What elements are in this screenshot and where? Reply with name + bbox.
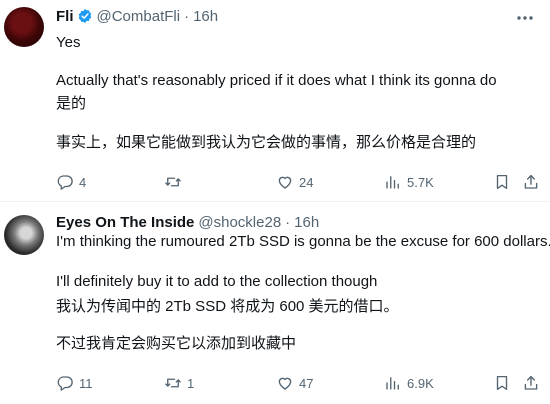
timestamp[interactable]: 16h [193,8,218,25]
tweet-text-line: 不过我肯定会购买它以添加到收藏中 [56,335,297,352]
tweet-text-line: 是的 [56,95,87,112]
views-button[interactable]: 6.9K [384,373,434,393]
views-count: 6.9K [407,375,434,391]
share-icon [524,174,538,189]
like-button[interactable]: 24 [276,172,313,192]
bookmark-button[interactable] [493,172,511,192]
retweet-button[interactable]: 1 [164,373,194,393]
bookmark-button[interactable] [493,373,511,393]
tweet-header: Fli @CombatFli · 16h [56,6,218,26]
tweet[interactable]: Fli @CombatFli · 16h Yes Actually that's… [0,0,550,201]
avatar[interactable] [4,7,44,47]
bookmark-icon [496,375,508,391]
retweet-count: 1 [187,375,195,391]
handle[interactable]: @shockle28 [198,214,281,231]
share-button[interactable] [522,172,540,192]
bookmark-icon [496,174,508,190]
tweet[interactable]: Eyes On The Inside @shockle28 · 16h I'm … [0,202,550,404]
tweet-text-line: Actually that's reasonably priced if it … [56,72,497,89]
separator: · [285,213,291,231]
tweet-text-line: 事实上，如果它能做到我认为它会做的事情，那么价格是合理的 [56,134,477,151]
share-button[interactable] [522,373,540,393]
action-bar: 11 1 47 6.9K [0,373,550,393]
handle[interactable]: @CombatFli [97,8,181,25]
retweet-icon [165,177,181,187]
avatar[interactable] [4,215,44,255]
share-icon [524,375,538,390]
views-count: 5.7K [407,174,434,190]
retweet-button[interactable] [164,172,187,192]
tweet-text-line: Yes [56,34,81,51]
display-name[interactable]: Fli [56,8,74,25]
more-options-icon[interactable] [514,8,536,28]
views-icon [386,176,399,189]
views-icon [386,377,399,390]
reply-button[interactable]: 4 [56,172,86,192]
reply-icon [57,175,73,190]
retweet-icon [165,378,181,388]
reply-button[interactable]: 11 [56,373,93,393]
like-icon [278,176,292,189]
like-count: 24 [299,174,314,190]
like-icon [278,377,292,390]
display-name[interactable]: Eyes On The Inside [56,214,194,231]
tweet-text-line: I'll definitely buy it to add to the col… [56,273,378,290]
like-button[interactable]: 47 [276,373,313,393]
timestamp[interactable]: 16h [294,214,319,231]
like-count: 47 [299,375,314,391]
tweet-header: Eyes On The Inside @shockle28 · 16h [56,212,319,232]
action-bar: 4 24 5.7K [0,172,550,192]
verified-badge-icon [78,9,91,23]
tweet-text-line: 我认为传闻中的 2Tb SSD 将成为 600 美元的借口。 [56,298,399,315]
tweet-text-line: I'm thinking the rumoured 2Tb SSD is gon… [56,233,550,250]
reply-count: 4 [79,174,87,190]
separator: · [184,7,190,25]
reply-count: 11 [79,375,93,391]
views-button[interactable]: 5.7K [384,172,434,192]
reply-icon [57,376,73,391]
